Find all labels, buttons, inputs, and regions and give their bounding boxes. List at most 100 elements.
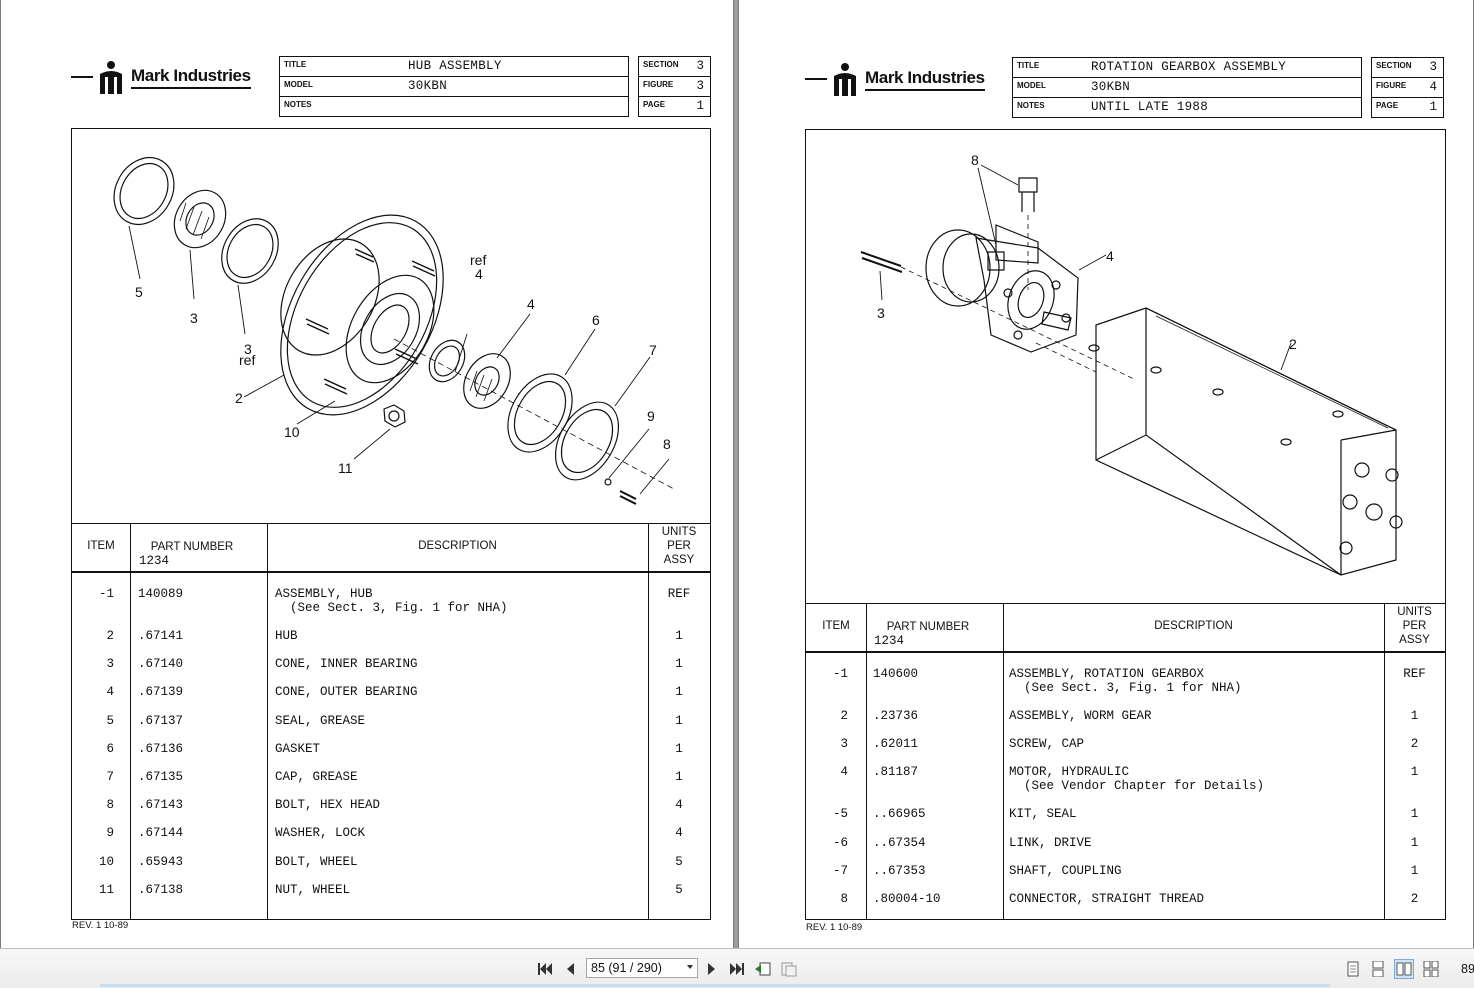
row-item: -1 <box>832 667 848 681</box>
callout-3: 3 <box>190 310 198 326</box>
section-value: 3 <box>696 59 704 73</box>
previous-view-button[interactable] <box>753 959 773 979</box>
callout-2: 2 <box>235 390 243 406</box>
row-part-number: .67141 <box>138 629 184 643</box>
row-description: MOTOR, HYDRAULIC <box>1009 765 1130 780</box>
row-description: WASHER, LOCK <box>275 826 366 841</box>
row-description: CONE, OUTER BEARING <box>275 685 418 700</box>
brand-logo: Mark Industries <box>71 60 251 94</box>
next-view-button[interactable] <box>779 959 799 979</box>
hub-assembly-illustration: 5 3 3 ref 2 10 11 ref 4 4 6 7 9 8 <box>113 157 675 505</box>
row-item: -7 <box>832 863 848 878</box>
row-part-number: .67136 <box>138 741 184 756</box>
doc-title: HUB ASSEMBLY <box>408 59 502 73</box>
first-page-button[interactable] <box>535 959 555 979</box>
row-units: 1 <box>675 741 683 756</box>
previous-view-icon <box>755 962 771 976</box>
row-units: 2 <box>1410 737 1419 752</box>
row-item: 3 <box>840 737 848 752</box>
callout-10: 10 <box>284 424 300 440</box>
row-part-number: .67139 <box>138 685 184 700</box>
continuous-icon <box>1372 961 1384 977</box>
row-item: -6 <box>832 835 848 850</box>
title-label: TITLE <box>1017 61 1040 70</box>
part-code-header: 1234 <box>139 554 170 568</box>
callout-11: 11 <box>338 460 353 476</box>
next-page-icon <box>708 963 715 975</box>
callout-4: 4 <box>527 296 535 312</box>
section-label: SECTION <box>1376 61 1412 70</box>
row-item: 4 <box>106 685 114 700</box>
part-number-header: PART NUMBER <box>886 621 970 633</box>
row-item: 6 <box>106 741 114 756</box>
last-page-button[interactable] <box>727 959 747 979</box>
page-indicator-text: 85 (91 / 290) <box>591 961 662 975</box>
mark-logo-icon <box>100 61 122 94</box>
callout-9: 9 <box>647 408 655 424</box>
row-item: 2 <box>840 709 848 723</box>
part-number-header: PART NUMBER <box>150 541 234 553</box>
row-part-number: .67143 <box>138 798 184 813</box>
page-label: PAGE <box>1376 101 1399 110</box>
continuous-facing-icon <box>1423 961 1439 977</box>
single-page-icon <box>1347 961 1359 977</box>
revision-note: REV. 1 10-89 <box>72 920 129 931</box>
left-document-page: Mark Industries TITLE HUB ASSEMBLY MODEL 3… <box>0 0 734 948</box>
title-block: TITLE HUB ASSEMBLY MODEL 30KBN NOTES <box>279 56 629 117</box>
row-part-number: .81187 <box>873 765 919 780</box>
callout-5: 5 <box>135 284 143 300</box>
row-units: 4 <box>675 798 683 813</box>
row-description: SHAFT, COUPLING <box>1009 863 1122 878</box>
row-description: BOLT, HEX HEAD <box>275 798 381 813</box>
row-item: 2 <box>106 629 114 643</box>
callout-7: 7 <box>649 342 657 358</box>
page-number-select[interactable]: 85 (91 / 290) <box>586 958 698 978</box>
first-page-icon <box>538 963 552 975</box>
description-header: DESCRIPTION <box>1154 620 1233 632</box>
row-item: 4 <box>840 765 848 780</box>
row-item: 9 <box>106 826 114 841</box>
row-description: CONE, INNER BEARING <box>275 657 418 672</box>
row-item: -5 <box>832 807 848 822</box>
figure-frame: 5 3 3 ref 2 10 11 ref 4 4 6 7 9 8 ITEM P… <box>71 128 711 920</box>
previous-page-button[interactable] <box>560 959 580 979</box>
page-label: PAGE <box>643 100 666 109</box>
facing-view-button[interactable] <box>1394 959 1414 979</box>
continuous-view-button[interactable] <box>1368 959 1388 979</box>
callout-8: 8 <box>971 152 979 168</box>
doc-title: ROTATION GEARBOX ASSEMBLY <box>1091 60 1287 74</box>
row-description: HUB <box>275 629 298 643</box>
row-part-number: .67140 <box>138 657 184 672</box>
row-description-note: (See Sect. 3, Fig. 1 for NHA) <box>275 601 508 615</box>
row-description: BOLT, WHEEL <box>275 854 358 869</box>
title-block: TITLE ROTATION GEARBOX ASSEMBLY MODEL 30KB… <box>1012 57 1362 118</box>
prev-page-icon <box>567 963 574 975</box>
row-units: 1 <box>1410 765 1419 780</box>
callout-4: 4 <box>1106 248 1114 264</box>
item-header: ITEM <box>87 540 115 552</box>
section-label: SECTION <box>643 60 679 69</box>
row-item: 5 <box>106 713 114 728</box>
row-description: LINK, DRIVE <box>1009 835 1092 850</box>
figure-label: FIGURE <box>1376 81 1407 90</box>
row-part-number: .67137 <box>138 713 184 728</box>
section-block: SECTION 3 FIGURE 3 PAGE 1 <box>638 56 711 117</box>
zoom-level[interactable]: 89 <box>1461 962 1474 976</box>
row-part-number: ..67353 <box>873 863 926 878</box>
row-item: 8 <box>106 798 114 813</box>
item-header: ITEM <box>822 620 850 632</box>
row-part-number: .23736 <box>873 709 919 723</box>
single-page-view-button[interactable] <box>1343 959 1363 979</box>
continuous-facing-view-button[interactable] <box>1421 959 1441 979</box>
notes-label: NOTES <box>284 100 312 109</box>
row-description: ASSEMBLY, WORM GEAR <box>1009 709 1152 723</box>
part-code-header: 1234 <box>874 634 905 648</box>
row-part-number: ..67354 <box>873 835 926 850</box>
row-units: REF <box>1403 667 1426 681</box>
notes-label: NOTES <box>1017 101 1045 110</box>
next-page-button[interactable] <box>702 959 722 979</box>
row-units: 1 <box>675 713 683 728</box>
figure-label: FIGURE <box>643 80 674 89</box>
units-header: UNITS PER ASSY <box>1397 606 1432 646</box>
page-value: 1 <box>1429 100 1437 114</box>
